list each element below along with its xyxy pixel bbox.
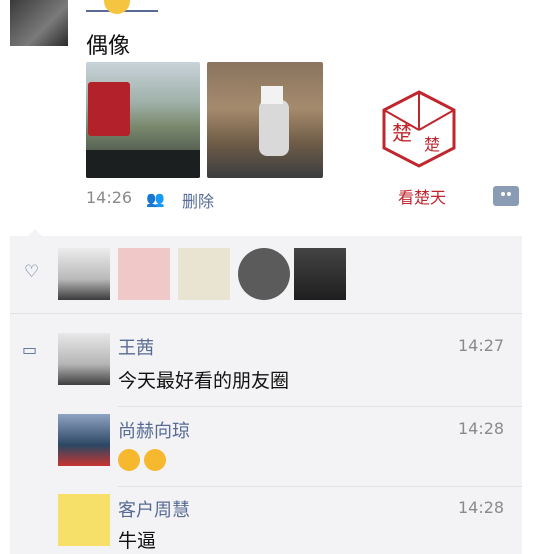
watermark-stamp-icon: 楚 楚: [382, 90, 456, 168]
watermark-caption: 看楚天: [398, 188, 447, 207]
laugh-cry-emoji-icon: [144, 449, 166, 471]
post-time: 14:26: [86, 188, 133, 207]
svg-text:楚: 楚: [392, 121, 412, 145]
comment-avatar[interactable]: [58, 494, 110, 546]
like-avatar[interactable]: [238, 248, 290, 300]
post-photo-1[interactable]: [86, 62, 200, 178]
comment-time: 14:28: [458, 419, 505, 438]
comment-author[interactable]: 客户周慧: [118, 496, 190, 522]
svg-text:楚: 楚: [424, 135, 440, 154]
comment-emoji-row: [118, 449, 170, 475]
delete-button[interactable]: 删除: [182, 188, 214, 212]
comment-avatar[interactable]: [58, 333, 110, 385]
comment-time: 14:28: [458, 498, 505, 517]
divider: [118, 486, 522, 487]
comment-avatar[interactable]: [58, 414, 110, 466]
comment-icon: ▭: [22, 340, 38, 359]
divider: [118, 406, 522, 407]
comment-author[interactable]: 尚赫向琼: [118, 417, 190, 443]
comment-author[interactable]: 王茜: [118, 334, 154, 360]
like-avatar[interactable]: [58, 248, 110, 300]
divider: [10, 313, 522, 314]
car-dashboard-shape: [86, 150, 200, 178]
post-text: 偶像: [86, 34, 131, 59]
comment-text: 牛逼: [118, 530, 157, 552]
person-shape: [259, 100, 289, 156]
post-photo-2[interactable]: [207, 62, 323, 178]
people-icon: 👥: [146, 190, 165, 208]
like-avatar[interactable]: [178, 248, 230, 300]
bus-shape: [88, 82, 130, 136]
laugh-cry-emoji-icon: [118, 449, 140, 471]
heart-icon: ♡: [24, 262, 40, 282]
like-avatar[interactable]: [118, 248, 170, 300]
comment-text: 今天最好看的朋友圈: [118, 370, 290, 392]
like-avatar[interactable]: [294, 248, 346, 300]
more-actions-icon[interactable]: [493, 186, 519, 206]
comment-time: 14:27: [458, 336, 505, 355]
box-head-shape: [261, 86, 283, 104]
poster-avatar[interactable]: [10, 0, 68, 46]
